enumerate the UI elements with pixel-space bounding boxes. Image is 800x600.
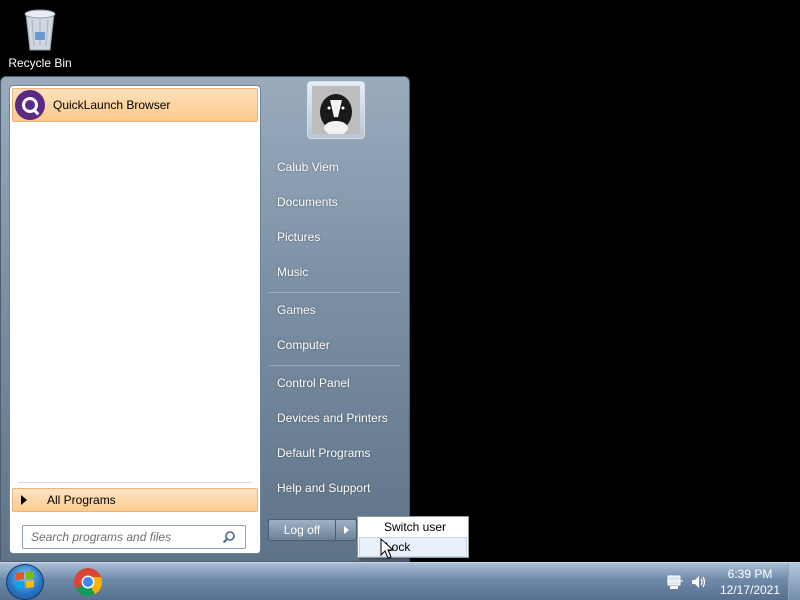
clock-time: 6:39 PM xyxy=(727,567,773,581)
default-programs-link[interactable]: Default Programs xyxy=(265,438,405,468)
volume-icon[interactable] xyxy=(690,573,708,591)
documents-label: Documents xyxy=(277,195,338,209)
right-pane-separator xyxy=(269,365,401,366)
recycle-bin-shortcut[interactable]: Recycle Bin xyxy=(4,4,76,76)
taskbar: 6:39 PM 12/17/2021 xyxy=(0,562,800,600)
pictures-label: Pictures xyxy=(277,230,321,244)
user-picture-dog xyxy=(312,86,360,134)
expand-arrow-icon xyxy=(21,495,27,505)
lock-menu-item[interactable]: Lock xyxy=(359,537,467,557)
computer-link[interactable]: Computer xyxy=(265,330,405,360)
shutdown-options-menu: Switch user Lock xyxy=(357,516,469,558)
chevron-right-icon xyxy=(343,526,349,534)
start-menu-programs-pane: QuickLaunch Browser All Programs xyxy=(9,85,261,554)
all-programs-button[interactable]: All Programs xyxy=(12,488,258,512)
quicklaunch-browser-item[interactable]: QuickLaunch Browser xyxy=(12,88,258,122)
system-clock[interactable]: 6:39 PM 12/17/2021 xyxy=(716,566,784,598)
mouse-cursor-icon xyxy=(380,538,395,559)
music-label: Music xyxy=(277,265,309,279)
games-label: Games xyxy=(277,303,316,317)
user-picture[interactable] xyxy=(307,81,365,139)
recycle-bin-icon xyxy=(24,9,56,51)
games-link[interactable]: Games xyxy=(265,295,405,325)
search-icon[interactable] xyxy=(219,527,239,547)
help-and-support-label: Help and Support xyxy=(277,481,371,495)
user-folder-link[interactable]: Calub Viem xyxy=(265,152,405,182)
recycle-bin-label: Recycle Bin xyxy=(8,56,72,70)
switch-user-menu-item[interactable]: Switch user xyxy=(358,517,468,537)
control-panel-link[interactable]: Control Panel xyxy=(265,368,405,398)
desktop: Recycle Bin QuickLaunch Browser All Prog… xyxy=(0,0,800,600)
computer-label: Computer xyxy=(277,338,330,352)
network-icon[interactable] xyxy=(666,573,684,591)
help-and-support-link[interactable]: Help and Support xyxy=(265,473,405,503)
user-folder-label: Calub Viem xyxy=(277,160,339,174)
devices-and-printers-label: Devices and Printers xyxy=(277,411,388,425)
start-orb-icon[interactable] xyxy=(6,564,44,600)
search-input[interactable] xyxy=(23,527,219,547)
show-desktop-button[interactable] xyxy=(788,563,800,600)
right-pane-separator xyxy=(269,292,401,293)
switch-user-label: Switch user xyxy=(384,520,447,534)
search-box xyxy=(22,525,246,549)
clock-date: 12/17/2021 xyxy=(719,583,781,597)
control-panel-label: Control Panel xyxy=(277,376,350,390)
documents-link[interactable]: Documents xyxy=(265,187,405,217)
all-programs-separator xyxy=(18,482,252,483)
quicklaunch-browser-icon xyxy=(15,90,45,120)
default-programs-label: Default Programs xyxy=(277,446,371,460)
pictures-link[interactable]: Pictures xyxy=(265,222,405,252)
start-menu: QuickLaunch Browser All Programs Search … xyxy=(0,76,410,562)
chrome-taskbar-button[interactable] xyxy=(70,566,106,598)
devices-and-printers-link[interactable]: Devices and Printers xyxy=(265,403,405,433)
logoff-label: Log off xyxy=(283,523,321,537)
chrome-icon xyxy=(74,568,102,596)
quicklaunch-browser-label: QuickLaunch Browser xyxy=(53,98,171,112)
all-programs-label: All Programs xyxy=(47,493,116,507)
music-link[interactable]: Music xyxy=(265,257,405,287)
shutdown-options-button[interactable] xyxy=(335,519,357,541)
logoff-button[interactable]: Log off xyxy=(268,519,336,541)
